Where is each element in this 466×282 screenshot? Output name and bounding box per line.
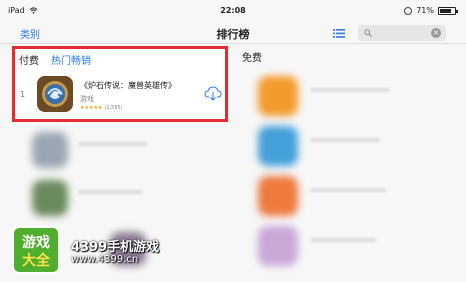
blurred-text [310, 88, 390, 92]
search-input[interactable]: ✕ [358, 25, 446, 41]
blurred-text [310, 138, 380, 142]
app-rating: ★★★★★ (1,585) [80, 105, 123, 111]
search-icon [364, 29, 372, 37]
list-icon[interactable] [333, 29, 345, 38]
blurred-app-icon [258, 176, 298, 216]
clear-icon[interactable]: ✕ [431, 28, 441, 38]
blurred-app-icon [258, 126, 298, 166]
orientation-lock-icon [404, 6, 413, 15]
battery-percent: 71% [416, 6, 434, 15]
app-rank: 1 [20, 90, 26, 99]
blurred-text [78, 142, 148, 146]
column-tabs: 付费 热门畅销 [19, 52, 91, 67]
blurred-app-icon [32, 132, 68, 168]
tab-top-grossing[interactable]: 热门畅销 [51, 52, 91, 67]
watermark-url: www.4399.cn [71, 254, 139, 265]
logo-text-line2: 大全 [22, 252, 51, 269]
site-watermark: 游戏 大全 4399手机游戏 www.4399.cn [12, 226, 182, 274]
blurred-text [78, 190, 142, 194]
blurred-text [310, 238, 376, 242]
tab-paid[interactable]: 付费 [19, 52, 39, 67]
status-right: 71% [404, 6, 458, 15]
watermark-site-name: 4399手机游戏 [71, 240, 160, 255]
blurred-app-icon [258, 76, 298, 116]
hearthstone-logo-icon [37, 76, 73, 112]
app-category: 游戏 [80, 95, 94, 103]
status-time: 22:08 [220, 6, 246, 15]
blurred-app-icon [258, 226, 298, 266]
logo-text-line1: 游戏 [22, 234, 50, 251]
battery-icon [438, 6, 458, 15]
cloud-download-icon[interactable] [204, 84, 222, 102]
4399-logo-icon: 游戏 大全 [12, 226, 60, 274]
app-list-item[interactable]: 1 《炉石传说：魔兽英雄传》 游戏 ★★★★★ (1,585) [19, 70, 223, 118]
rating-count: (1,585) [104, 105, 123, 111]
status-bar: iPad 22:08 71% [0, 0, 466, 22]
app-name[interactable]: 《炉石传说：魔兽英雄传》 [80, 80, 176, 91]
paid-column: 付费 热门畅销 1 《炉石传说：魔兽英雄传》 游戏 ★★★★★ (1,585) [12, 46, 228, 122]
blurred-text [310, 188, 386, 192]
star-rating: ★★★★★ [80, 105, 103, 111]
nav-bar: 类别 排行榜 ✕ [0, 22, 466, 44]
free-column-header[interactable]: 免费 [242, 49, 262, 64]
hearthstone-app-icon[interactable] [37, 76, 73, 112]
blurred-app-icon [32, 180, 68, 216]
